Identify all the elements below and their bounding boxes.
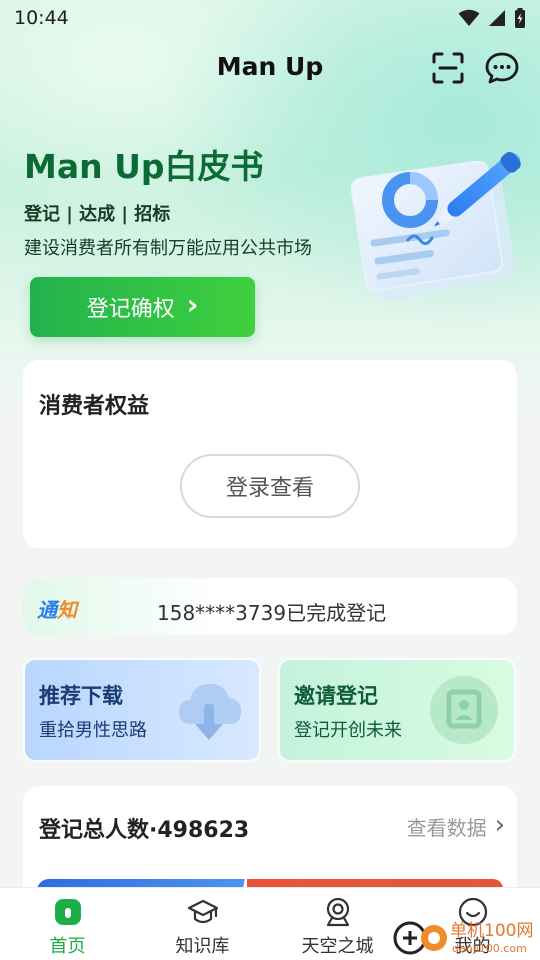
- nav-label-home: 首页: [49, 936, 86, 957]
- signal-icon: [489, 10, 505, 26]
- contact-card-icon: [430, 676, 498, 744]
- hero-subtitle: 登记 | 达成 | 招标: [24, 204, 171, 225]
- nav-item-sky-city[interactable]: 天空之城: [270, 888, 405, 960]
- promo-subtitle: 登记开创未来: [294, 720, 402, 741]
- view-data-label: 查看数据: [406, 816, 487, 840]
- consumer-rights-card: 消费者权益 登录查看: [23, 360, 517, 548]
- wifi-icon: [458, 9, 480, 26]
- status-time: 10:44: [14, 7, 69, 29]
- scan-icon: [432, 52, 464, 84]
- nav-label-sky-city: 天空之城: [301, 936, 374, 957]
- registration-total-title: 登记总人数·498623: [39, 818, 250, 843]
- promo-title: 邀请登记: [294, 684, 378, 708]
- nav-item-home[interactable]: 首页: [0, 888, 135, 960]
- status-bar: 10:44: [0, 0, 540, 36]
- login-to-view-button[interactable]: 登录查看: [180, 454, 360, 518]
- chat-bubble-icon: [485, 52, 519, 84]
- consumer-rights-title: 消费者权益: [39, 394, 150, 419]
- register-rights-label: 登记确权: [86, 297, 175, 322]
- chevron-right-icon: ›: [494, 809, 505, 840]
- svg-text:单机100网: 单机100网: [450, 921, 533, 941]
- view-data-link[interactable]: 查看数据 ›: [407, 812, 505, 841]
- promo-title: 推荐下载: [39, 684, 123, 708]
- app-bar: Man Up: [0, 46, 540, 90]
- scan-button[interactable]: [430, 50, 466, 86]
- notice-banner[interactable]: 通知 158****3739已完成登记: [23, 578, 517, 635]
- register-rights-button[interactable]: 登记确权 ›: [30, 277, 255, 337]
- nav-label-knowledge: 知识库: [175, 936, 230, 957]
- recommend-download-card[interactable]: 推荐下载 重拾男性思路: [23, 658, 261, 762]
- hero-description: 建设消费者所有制万能应用公共市场: [24, 238, 312, 259]
- invite-register-card[interactable]: 邀请登记 登记开创未来: [278, 658, 516, 762]
- notice-text: 158****3739已完成登记: [157, 601, 387, 625]
- notice-tag-part2: 知: [57, 598, 77, 622]
- notice-tag-part1: 通: [37, 598, 57, 622]
- message-button[interactable]: [484, 50, 520, 86]
- cloud-download-icon: [179, 684, 241, 740]
- status-icons: [458, 8, 526, 28]
- svg-text:danji100.com: danji100.com: [452, 942, 527, 955]
- promo-subtitle: 重拾男性思路: [39, 720, 147, 741]
- battery-icon: [515, 8, 525, 28]
- notice-tag: 通知: [37, 594, 77, 623]
- graduation-cap-icon: [187, 899, 218, 924]
- home-icon: [54, 899, 81, 925]
- nav-item-knowledge[interactable]: 知识库: [135, 888, 270, 960]
- chevron-right-icon: ›: [186, 288, 199, 321]
- hero-title: Man Up白皮书: [24, 147, 264, 186]
- location-pin-icon: [326, 897, 349, 927]
- site-watermark-logo: 单机100网 danji100.com: [393, 921, 533, 955]
- document-pen-illustration: [350, 151, 521, 301]
